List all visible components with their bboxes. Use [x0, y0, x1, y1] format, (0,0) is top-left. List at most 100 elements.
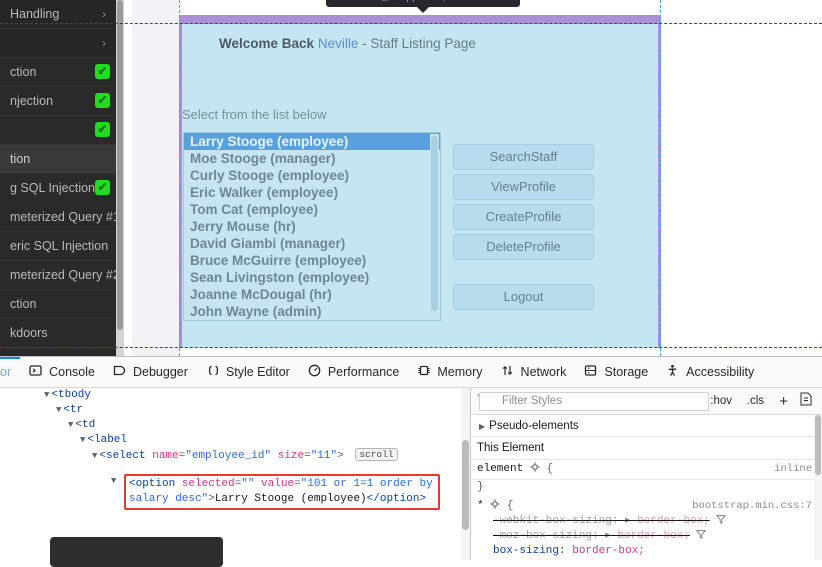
markup-scrollbar-thumb[interactable] [462, 440, 469, 530]
dom-node-select[interactable]: ▼ <select name="employee_id" size="11"> s… [0, 448, 470, 463]
sidebar-item-0[interactable]: Handling › [0, 0, 124, 29]
employee-option[interactable]: Curly Stooge (employee) [184, 167, 440, 184]
print-styles-icon[interactable] [800, 392, 812, 413]
employee-option[interactable]: Eric Walker (employee) [184, 184, 440, 201]
css-value[interactable]: border-box; [611, 530, 690, 542]
inline-rule-source[interactable]: inline [774, 462, 812, 477]
select-attr-name-value[interactable]: "employee_id" [185, 450, 271, 462]
selected-node-twisty-icon[interactable]: ▼ [111, 476, 116, 486]
devtools-tab-or[interactable]: or [0, 357, 20, 387]
css-value[interactable]: border-box; [566, 545, 645, 557]
sidebar-item-4[interactable]: ✔ [0, 116, 124, 145]
employee-option[interactable]: Joanne McDougal (hr) [184, 286, 440, 303]
star-rule-declarations[interactable]: -webkit-box-sizing: ▸ border-box; -moz-bo… [477, 514, 816, 559]
devtools-tab-style-editor[interactable]: Style Editor [197, 357, 299, 387]
devtools-tab-accessibility[interactable]: Accessibility [657, 357, 763, 387]
sidebar-item-6[interactable]: g SQL Injection ✔ [0, 174, 124, 203]
employee-option[interactable]: Larry Stooge (employee) [184, 133, 440, 150]
devtools-tab-console[interactable]: Console [20, 357, 104, 387]
sidebar-item-11[interactable]: kdoors [0, 319, 124, 348]
css-property[interactable]: -webkit-box-sizing: [493, 515, 618, 527]
expand-arrow-icon[interactable]: ▸ [618, 515, 631, 527]
css-declaration[interactable]: box-sizing: border-box; [477, 544, 816, 559]
sidebar-scrollbar[interactable] [116, 0, 124, 356]
listbox-scrollbar-thumb[interactable] [431, 136, 438, 311]
markup-tree-pane[interactable]: ▼ <tbody ▼ <tr ▼ <td ▼ <label ▼ <select name="em… [0, 388, 470, 560]
twisty-icon[interactable]: ▼ [56, 405, 61, 415]
sidebar-item-12[interactable]: SQL Injection [0, 348, 124, 356]
deleteprofile-button[interactable]: DeleteProfile [453, 234, 594, 260]
markup-scrollbar[interactable] [461, 388, 470, 560]
star-rule-source[interactable]: bootstrap.min.css:7 [692, 499, 812, 514]
searchstaff-button[interactable]: SearchStaff [453, 144, 594, 170]
option-text[interactable]: Larry Stooge (employee) [215, 493, 367, 505]
pseudo-elements-section[interactable]: ▶ Pseudo-elements [471, 415, 822, 437]
devtools-tab-performance[interactable]: Performance [299, 357, 409, 387]
option-attr-value[interactable]: value [261, 478, 294, 490]
select-attr-name[interactable]: name [152, 450, 178, 462]
employee-listbox[interactable]: Larry Stooge (employee) Moe Stooge (manag… [183, 132, 441, 321]
employee-option[interactable]: David Giambi (manager) [184, 235, 440, 252]
viewprofile-button[interactable]: ViewProfile [453, 174, 594, 200]
createprofile-button[interactable]: CreateProfile [453, 204, 594, 230]
css-declaration[interactable]: -moz-box-sizing: ▸ border-box; [477, 529, 816, 544]
css-declaration[interactable]: -webkit-box-sizing: ▸ border-box; [477, 514, 816, 529]
twisty-icon[interactable]: ▼ [44, 390, 49, 400]
expand-icon[interactable]: ▶ [479, 422, 485, 431]
twisty-icon[interactable]: ▼ [68, 420, 73, 430]
select-attr-size[interactable]: size [278, 450, 304, 462]
option-attr-selected-value[interactable]: "" [241, 478, 254, 490]
css-value[interactable]: border-box; [631, 515, 710, 527]
sidebar-item-5[interactable]: tion [0, 145, 124, 174]
logout-button[interactable]: Logout [453, 284, 594, 310]
twisty-icon[interactable]: ▼ [92, 451, 97, 461]
sidebar-item-9[interactable]: meterized Query #2 [0, 261, 124, 290]
devtools-tab-network[interactable]: Network [492, 357, 576, 387]
twisty-icon[interactable]: ▼ [80, 435, 85, 445]
rule-gear-icon[interactable] [490, 499, 507, 512]
cls-toggle[interactable]: .cls [747, 392, 764, 411]
employee-options[interactable]: Larry Stooge (employee) Moe Stooge (manag… [184, 133, 440, 320]
star-rule-selector[interactable]: * [477, 500, 484, 512]
rule-inline[interactable]: element { inline [471, 460, 822, 480]
css-property[interactable]: box-sizing: [493, 545, 566, 557]
chevron-right-icon[interactable]: › [102, 29, 106, 57]
css-property[interactable]: -moz-box-sizing: [493, 530, 599, 542]
employee-option[interactable]: Tom Cat (employee) [184, 201, 440, 218]
employee-option[interactable]: Moe Stooge (manager) [184, 150, 440, 167]
devtools-tabbar[interactable]: or Console Debugger Style Editor Performance… [0, 357, 822, 388]
lesson-sidebar[interactable]: Handling › › ction ✔ njection ✔ ✔ tion g SQL Inje… [0, 0, 124, 356]
sidebar-item-10[interactable]: ction [0, 290, 124, 319]
select-attr-size-value[interactable]: "11" [311, 450, 337, 462]
sidebar-item-2[interactable]: ction ✔ [0, 58, 124, 87]
sidebar-item-7[interactable]: meterized Query #1 [0, 203, 124, 232]
devtools-tab-memory[interactable]: Memory [408, 357, 491, 387]
option-attr-selected[interactable]: selected [182, 478, 235, 490]
sidebar-item-1[interactable]: › [0, 29, 124, 58]
employee-option[interactable]: John Wayne (admin) [184, 303, 440, 320]
selected-dom-node[interactable]: <option selected="" value="101 or 1=1 or… [124, 474, 440, 510]
add-rule-button[interactable]: + [779, 392, 788, 411]
chevron-right-icon[interactable]: › [102, 0, 106, 28]
dom-node[interactable]: ▼ <td [0, 418, 470, 433]
filter-styles-input[interactable]: Filter Styles [479, 392, 709, 411]
sidebar-item-3[interactable]: njection ✔ [0, 87, 124, 116]
sidebar-scrollbar-thumb[interactable] [117, 0, 123, 330]
rules-scrollbar-thumb[interactable] [815, 415, 821, 475]
rule-star[interactable]: * { bootstrap.min.css:7 -webkit-box-sizi… [471, 497, 822, 560]
devtools-tab-debugger[interactable]: Debugger [104, 357, 197, 387]
rules-scrollbar[interactable] [814, 415, 822, 560]
employee-option[interactable]: Bruce McGuirre (employee) [184, 252, 440, 269]
scroll-badge[interactable]: scroll [355, 448, 398, 461]
rule-gear-icon[interactable] [530, 462, 547, 475]
devtools-tab-storage[interactable]: Storage [575, 357, 657, 387]
rules-toolbar[interactable]: Filter Styles :hov .cls + [471, 388, 822, 415]
sidebar-item-8[interactable]: eric SQL Injection [0, 232, 124, 261]
expand-arrow-icon[interactable]: ▸ [599, 530, 611, 542]
dom-node-list[interactable]: ▼ <tbody ▼ <tr ▼ <td ▼ <label [0, 388, 470, 448]
inline-rule-selector[interactable]: element [477, 463, 523, 475]
employee-option[interactable]: Sean Livingston (employee) [184, 269, 440, 286]
dom-node[interactable]: ▼ <label [0, 433, 470, 448]
employee-option[interactable]: Jerry Mouse (hr) [184, 218, 440, 235]
dom-node[interactable]: ▼ <tbody [0, 388, 470, 403]
